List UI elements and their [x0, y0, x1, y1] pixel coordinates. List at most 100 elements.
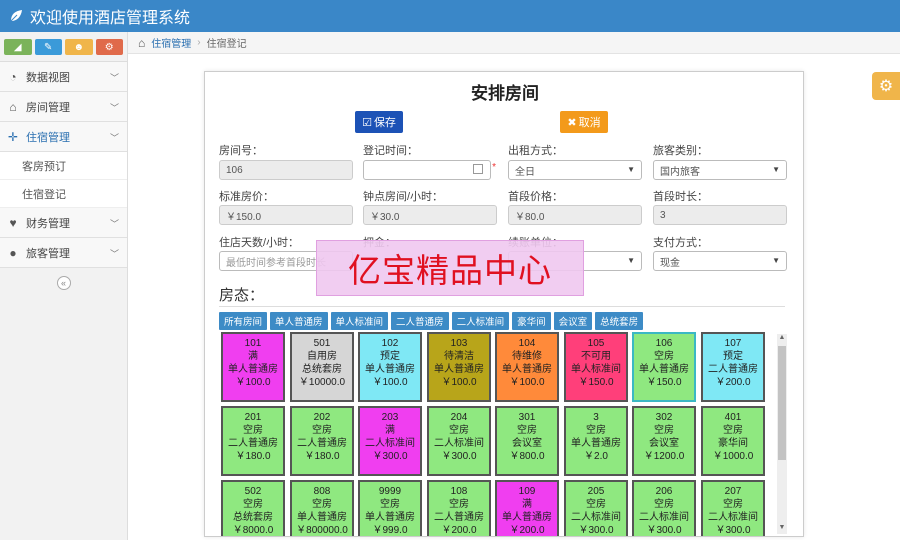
- room-no-field: 106: [219, 160, 353, 180]
- room-card[interactable]: 202 空房 二人普通房 ￥180.0: [290, 406, 354, 476]
- room-type: 二人普通房: [434, 512, 484, 523]
- sidebar-item-stay-management[interactable]: ✛ 住宿管理 ﹀: [0, 122, 127, 152]
- scroll-down-icon[interactable]: ▼: [777, 524, 787, 534]
- room-card[interactable]: 401 空房 豪华间 ￥1000.0: [701, 406, 765, 476]
- breadcrumb-parent[interactable]: 住宿管理: [151, 35, 191, 50]
- room-card[interactable]: 109 满单人普通房 ￥200.0: [495, 480, 559, 536]
- tab-room-type[interactable]: 会议室: [553, 312, 593, 330]
- sidebar-collapse-button[interactable]: «: [56, 276, 71, 290]
- room-price: ￥10000.0: [298, 377, 346, 388]
- room-card[interactable]: 101 满单人普通房 ￥100.0: [221, 332, 285, 402]
- pencil-icon[interactable]: ✎: [34, 39, 62, 55]
- tab-room-type[interactable]: 二人普通房: [391, 312, 449, 330]
- room-price: ￥800.0: [509, 451, 545, 462]
- room-card[interactable]: 106 空房 单人普通房 ￥150.0: [632, 332, 696, 402]
- room-price: ￥200.0: [441, 525, 477, 536]
- sidebar-item-finance[interactable]: ♥ 财务管理 ﹀: [0, 208, 127, 238]
- room-card[interactable]: 205 空房 二人标准间 ￥300.0: [564, 480, 628, 536]
- sidebar-item-data-view[interactable]: ◔ 数据视图 ﹀: [0, 62, 127, 92]
- room-card[interactable]: 501 自用房 总统套房 ￥10000.0: [290, 332, 354, 402]
- tab-room-type[interactable]: 所有房间: [219, 312, 268, 330]
- room-no: 203: [381, 412, 399, 423]
- guest-type-select[interactable]: 国内旅客 ▼: [653, 160, 787, 180]
- room-price: ￥1200.0: [643, 451, 685, 462]
- pay-method-label: 支付方式：: [653, 237, 708, 249]
- room-no: 103: [450, 338, 468, 349]
- room-no: 207: [724, 486, 742, 497]
- chevron-down-icon: ﹀: [109, 73, 119, 83]
- tab-room-type[interactable]: 单人标准间: [330, 312, 389, 330]
- rent-mode-select[interactable]: 全日 ▼: [508, 160, 642, 180]
- room-type: 二人标准间: [365, 438, 415, 449]
- tab-room-type[interactable]: 豪华间: [512, 312, 551, 330]
- room-price: ￥100.0: [509, 377, 545, 388]
- room-card[interactable]: 103 待清洁 单人普通房 ￥100.0: [427, 332, 491, 402]
- tab-room-type[interactable]: 总统套房: [595, 312, 644, 330]
- room-price: ￥200.0: [715, 377, 751, 388]
- room-grid-scrollbar[interactable]: ▲ ▼: [777, 334, 787, 534]
- room-no: 206: [655, 486, 673, 497]
- sidebar-subitem-checkin[interactable]: 住宿登记: [0, 180, 127, 208]
- home-icon[interactable]: ⌂: [138, 36, 145, 50]
- cancel-button[interactable]: ✖ 取消: [560, 111, 608, 133]
- caret-down-icon: ▼: [627, 165, 635, 174]
- room-no: 808: [313, 486, 331, 497]
- sidebar-subitem-booking[interactable]: 客房预订: [0, 152, 127, 180]
- settings-gear-button[interactable]: ⚙: [872, 72, 900, 100]
- first-duration-field: 3: [653, 205, 787, 225]
- calendar-icon[interactable]: [473, 164, 483, 174]
- scrollbar-thumb[interactable]: [778, 346, 786, 460]
- watermark: 亿宝精品中心: [316, 240, 584, 296]
- room-type: 单人普通房: [365, 364, 415, 375]
- register-time-label: 登记时间：: [363, 145, 418, 157]
- room-status: 空房: [243, 499, 263, 510]
- sidebar-item-label: 财务管理: [26, 217, 70, 230]
- room-card[interactable]: 104 待维修 单人普通房 ￥100.0: [495, 332, 559, 402]
- sidebar-item-guest-management[interactable]: ● 旅客管理 ﹀: [0, 238, 127, 268]
- page-title: 安排房间: [471, 84, 539, 103]
- scroll-up-icon[interactable]: ▲: [777, 334, 787, 344]
- room-card[interactable]: 108 空房 二人普通房 ￥200.0: [427, 480, 491, 536]
- room-status: 不可用: [581, 351, 611, 362]
- room-card[interactable]: 105 不可用 单人标准间 ￥150.0: [564, 332, 628, 402]
- first-duration-label: 首段时长：: [653, 191, 708, 203]
- sidebar-item-room-management[interactable]: ⌂ 房间管理 ﹀: [0, 92, 127, 122]
- tab-room-type[interactable]: 二人标准间: [451, 312, 510, 330]
- room-type: 单人普通房: [434, 364, 484, 375]
- room-no: 501: [313, 338, 331, 349]
- room-type: 单人普通房: [502, 512, 552, 523]
- room-no: 109: [518, 486, 536, 497]
- room-card[interactable]: 204 空房 二人标准间 ￥300.0: [427, 406, 491, 476]
- breadcrumb-current: 住宿登记: [206, 39, 247, 50]
- cogs-icon[interactable]: ⚙: [95, 39, 123, 55]
- room-card[interactable]: 502 空房 总统套房 ￥8000.0: [221, 480, 285, 536]
- room-card[interactable]: 206 空房 二人标准间 ￥300.0: [632, 480, 696, 536]
- sidebar-item-label: 旅客管理: [26, 247, 70, 260]
- dashboard-icon: ◔: [9, 69, 17, 84]
- room-card[interactable]: 301 空房 会议室 ￥800.0: [495, 406, 559, 476]
- move-icon: ✛: [7, 129, 19, 144]
- room-type: 单人普通房: [571, 438, 621, 449]
- room-card[interactable]: 203 满二人标准间 ￥300.0: [358, 406, 422, 476]
- chevron-down-icon: ﹀: [109, 133, 119, 143]
- first-price-field: ￥80.0: [508, 205, 642, 225]
- register-time-field[interactable]: *: [363, 160, 496, 180]
- room-status: 空房: [586, 425, 606, 436]
- users-icon[interactable]: ☻: [65, 39, 93, 55]
- room-card[interactable]: 3 空房 单人普通房 ￥2.0: [564, 406, 628, 476]
- room-card[interactable]: 808 空房 单人普通房 ￥800000.0: [290, 480, 354, 536]
- room-price: ￥150.0: [578, 377, 614, 388]
- room-price: ￥2.0: [584, 451, 608, 462]
- room-card[interactable]: 201 空房 二人普通房 ￥180.0: [221, 406, 285, 476]
- room-price: ￥100.0: [235, 377, 271, 388]
- tab-room-type[interactable]: 单人普通房: [270, 312, 328, 330]
- room-card[interactable]: 207 空房 二人标准间 ￥300.0: [701, 480, 765, 536]
- signal-icon[interactable]: ◢: [4, 39, 32, 55]
- room-card[interactable]: 302 空房 会议室 ￥1200.0: [632, 406, 696, 476]
- pay-method-select[interactable]: 现金 ▼: [653, 251, 787, 271]
- room-card[interactable]: 9999 空房 单人普通房 ￥999.0: [358, 480, 422, 536]
- room-card[interactable]: 107 预定 二人普通房 ￥200.0: [701, 332, 765, 402]
- save-button[interactable]: ☑ 保存: [355, 111, 403, 133]
- room-card[interactable]: 102 预定 单人普通房 ￥100.0: [358, 332, 422, 402]
- top-bar: 欢迎使用酒店管理系统: [0, 0, 900, 32]
